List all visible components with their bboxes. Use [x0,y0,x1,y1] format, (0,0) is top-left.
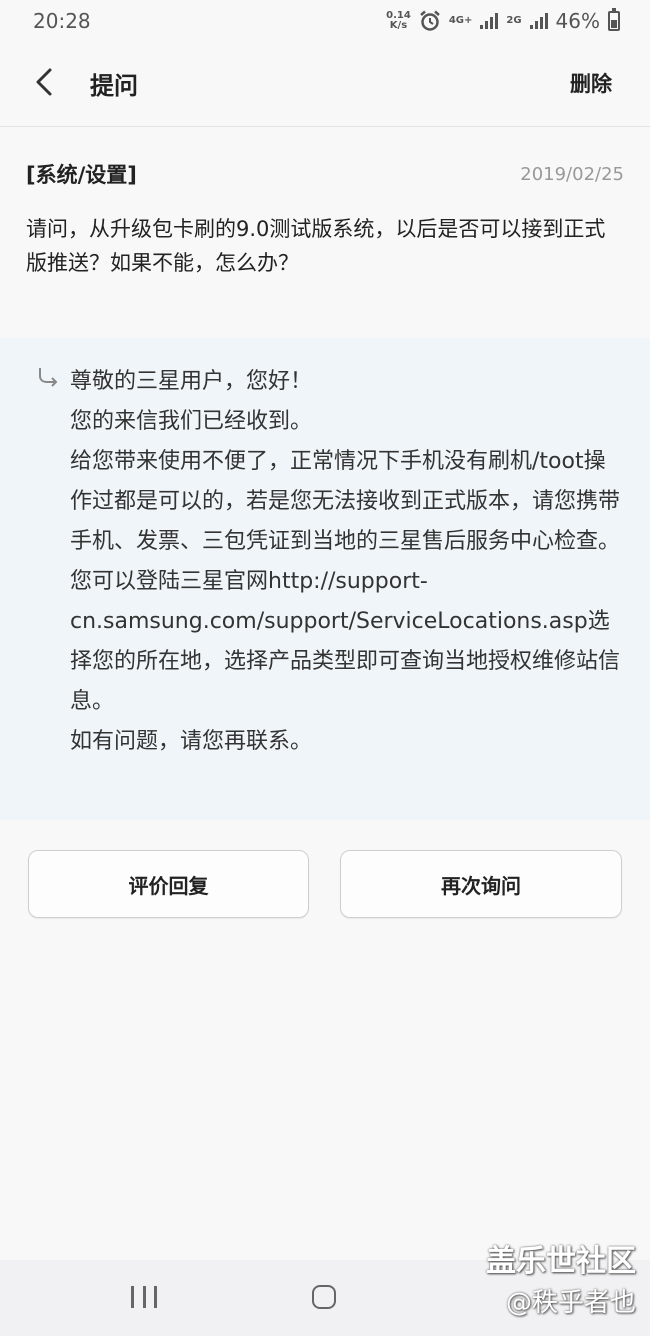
home-icon[interactable] [312,1285,336,1309]
recent-apps-icon[interactable] [131,1286,157,1308]
alarm-icon [420,10,440,31]
signal-icon [480,13,499,29]
page-title: 提问 [90,72,138,100]
ask-again-button[interactable]: 再次询问 [340,850,622,918]
answer-text: 尊敬的三星用户，您好！ 您的来信我们已经收到。 给您带来使用不便了，正常情况下手… [70,369,621,754]
net-speed-unit: K/s [389,20,408,31]
watermark-author: @秩乎者也 [505,1288,636,1318]
network-type-badge: 4G+ [448,15,473,26]
battery-icon [608,8,620,31]
question-category: [系统/设置] [26,163,137,187]
delete-button[interactable]: 删除 [570,68,612,98]
question-date: 2019/02/25 [520,164,624,185]
status-bar: 20:28 0.14 K/s 4G+ 2G 46% [0,0,650,42]
status-icons: 0.14 K/s 4G+ 2G 46% [386,8,620,33]
battery-percent: 46% [555,9,600,33]
watermark-community: 盖乐世社区 [486,1244,636,1279]
network-type-2-badge: 2G [506,15,522,26]
rate-reply-button[interactable]: 评价回复 [28,850,309,918]
back-arrow-icon[interactable] [28,64,64,100]
reply-arrow-icon [39,368,58,387]
question-section: [系统/设置] 2019/02/25 请问，从升级包卡刷的9.0测试版系统，以后… [0,127,650,338]
app-bar: 提问 删除 [0,42,650,127]
answer-section: 尊敬的三星用户，您好！ 您的来信我们已经收到。 给您带来使用不便了，正常情况下手… [0,338,650,820]
question-text: 请问，从升级包卡刷的9.0测试版系统，以后是否可以接到正式版推送？如果不能，怎么… [26,217,606,275]
status-time: 20:28 [33,9,91,33]
signal-2-icon [529,13,548,29]
net-speed: 0.14 K/s [386,11,411,31]
